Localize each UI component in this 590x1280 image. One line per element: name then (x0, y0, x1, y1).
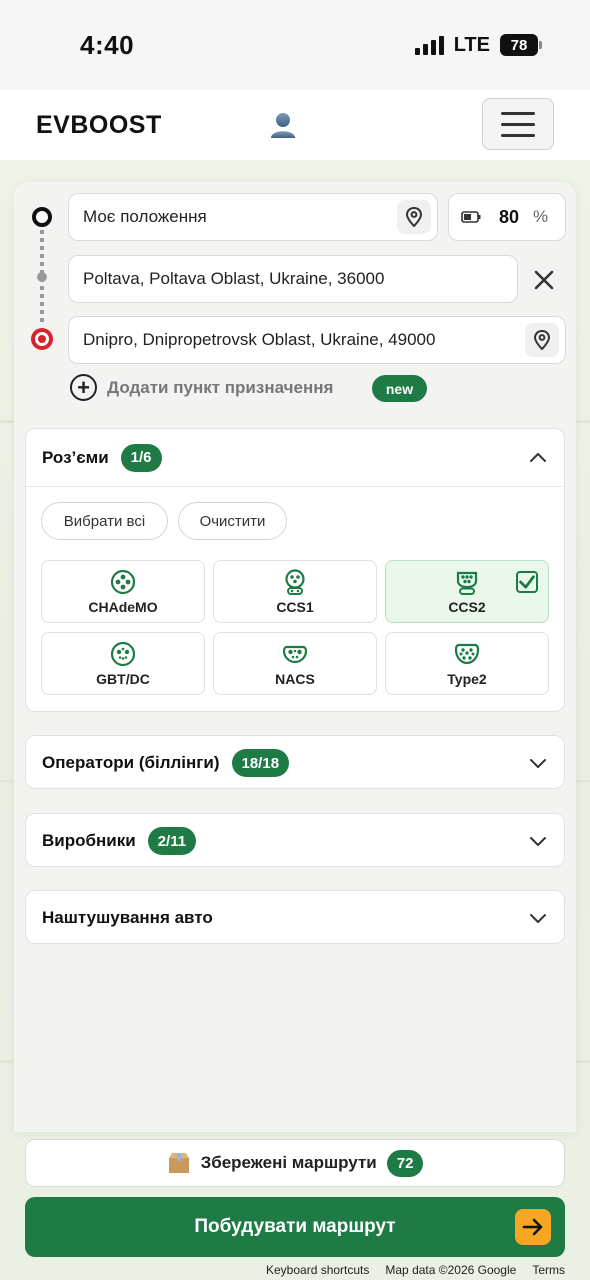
operators-section[interactable]: Оператори (біллінги) 18/18 (25, 735, 565, 789)
battery-input[interactable]: 80 % (448, 193, 566, 241)
origin-text: Моє положення (83, 207, 207, 226)
network-type: LTE (453, 33, 490, 56)
plus-circle-icon: + (70, 374, 97, 401)
waypoint-text: Poltava, Poltava Oblast, Ukraine, 36000 (83, 269, 385, 288)
connector-ccs1[interactable]: CCS1 (213, 560, 377, 623)
connector-chademo[interactable]: CHAdeMO (41, 560, 205, 623)
manufacturers-title: Виробники (42, 831, 136, 850)
operators-header[interactable]: Оператори (біллінги) 18/18 (26, 736, 564, 790)
add-destination-label: Додати пункт призначення (107, 377, 334, 397)
map-data-text: Map data ©2026 Google (385, 1263, 517, 1277)
manufacturers-header[interactable]: Виробники 2/11 (26, 814, 564, 868)
battery-level: 78 (500, 34, 538, 56)
ccs2-connector-icon (456, 571, 478, 595)
connector-label: CCS2 (448, 598, 486, 615)
connector-label: CHAdeMO (88, 598, 158, 615)
car-settings-header[interactable]: Наштушування авто (26, 891, 564, 945)
connector-label: NACS (275, 670, 315, 687)
box-icon (168, 1153, 189, 1173)
arrow-right-icon (515, 1209, 551, 1245)
keyboard-shortcuts-link[interactable]: Keyboard shortcuts (266, 1263, 369, 1277)
origin-location-button[interactable] (397, 200, 431, 234)
connector-label: CCS1 (276, 598, 314, 615)
manufacturers-section[interactable]: Виробники 2/11 (25, 813, 565, 867)
car-settings-title: Наштушування авто (42, 908, 213, 927)
saved-routes-count-badge: 72 (386, 1149, 424, 1177)
nacs-connector-icon (282, 645, 308, 663)
new-badge: new (372, 375, 427, 402)
destination-text: Dnipro, Dnipropetrovsk Oblast, Ukraine, … (83, 330, 436, 349)
clear-button[interactable]: Очистити (178, 502, 287, 540)
chevron-down-icon[interactable] (528, 753, 548, 773)
ccs1-connector-icon (285, 568, 305, 595)
menu-button[interactable] (482, 98, 554, 150)
location-pin-icon (405, 207, 423, 227)
connector-label: Type2 (447, 670, 487, 687)
user-icon[interactable] (268, 110, 298, 140)
chevron-down-icon[interactable] (528, 831, 548, 851)
remove-waypoint-close-icon[interactable] (532, 268, 556, 292)
app-header: EVBOOST (0, 90, 590, 160)
car-settings-section[interactable]: Наштушування авто (25, 890, 565, 944)
origin-marker-icon (32, 207, 52, 227)
gbt-dc-connector-icon (110, 641, 136, 666)
status-time: 4:40 (80, 29, 135, 60)
terms-link[interactable]: Terms (532, 1263, 565, 1277)
connector-nacs[interactable]: NACS (213, 632, 377, 695)
chevron-up-icon[interactable] (528, 448, 548, 468)
type2-connector-icon (454, 643, 480, 664)
waypoint-input[interactable]: Poltava, Poltava Oblast, Ukraine, 36000 (68, 255, 518, 303)
signal-icon (414, 35, 444, 55)
map-footer: Keyboard shortcuts Map data ©2026 Google… (266, 1263, 565, 1277)
battery-unit: % (533, 207, 549, 226)
connectors-title: Роз’єми (42, 447, 109, 467)
select-all-button[interactable]: Вибрати всі (41, 502, 168, 540)
connector-type2[interactable]: Type2 (385, 632, 549, 695)
add-destination-button[interactable]: + Додати пункт призначення (70, 374, 333, 401)
battery-value: 80 (499, 206, 520, 227)
waypoint-marker-icon (37, 272, 47, 282)
saved-routes-button[interactable]: Збережені маршрути 72 (25, 1139, 565, 1187)
location-pin-icon (533, 330, 551, 350)
chevron-down-icon[interactable] (528, 908, 548, 928)
connectors-header[interactable]: Роз’єми 1/6 (26, 429, 564, 487)
origin-input[interactable]: Моє положення (68, 193, 438, 241)
saved-routes-label: Збережені маршрути (200, 1153, 377, 1172)
connector-ccs2[interactable]: CCS2 (385, 560, 549, 623)
destination-input[interactable]: Dnipro, Dnipropetrovsk Oblast, Ukraine, … (68, 316, 566, 364)
operators-count-badge: 18/18 (231, 749, 290, 777)
build-route-label: Побудувати маршрут (194, 1216, 396, 1237)
manufacturers-count-badge: 2/11 (147, 827, 197, 855)
operators-title: Оператори (біллінги) (42, 753, 220, 772)
status-indicators: LTE 78 (414, 33, 542, 57)
build-route-button[interactable]: Побудувати маршрут (25, 1197, 565, 1257)
destination-location-button[interactable] (525, 323, 559, 357)
connector-gbt-dc[interactable]: GBT/DC (41, 632, 205, 695)
status-bar: 4:40 LTE 78 (0, 0, 590, 90)
connectors-count-badge: 1/6 (120, 443, 162, 472)
checkbox-checked-icon[interactable] (516, 571, 538, 593)
connector-label: GBT/DC (96, 670, 150, 687)
chademo-connector-icon (110, 569, 136, 594)
battery-icon: 78 (500, 34, 542, 56)
destination-marker-icon (31, 328, 53, 350)
battery-charge-icon (461, 211, 481, 223)
brand-logo[interactable]: EVBOOST (36, 111, 162, 140)
